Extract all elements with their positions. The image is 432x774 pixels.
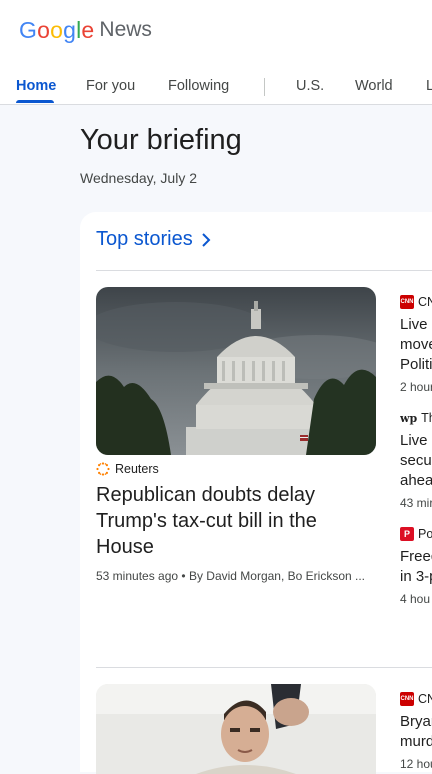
top-stories-heading: Top stories <box>96 228 193 250</box>
divider <box>96 270 432 271</box>
side-story-2[interactable]: wp Th Live u secu ahea 43 mir <box>400 410 432 510</box>
side-source: Th <box>421 411 432 425</box>
cnn-logo-icon: CNN <box>400 692 414 706</box>
chevron-right-icon <box>202 232 211 247</box>
story-time: 53 minutes ago <box>96 569 179 583</box>
google-news-logo[interactable]: Google News <box>19 15 152 45</box>
side-time: 4 hou <box>400 592 431 606</box>
section-tabs: Home For you Following U.S. World L <box>0 70 432 104</box>
google-wordmark: Google <box>19 16 95 43</box>
briefing-date: Wednesday, July 2 <box>80 170 197 186</box>
tab-following[interactable]: Following <box>168 78 229 94</box>
side-headline: Live u move Politic <box>400 316 432 373</box>
top-app-bar: Google News Home For you Following U.S. … <box>0 0 432 105</box>
side-headline: Freed in 3-p <box>400 548 432 585</box>
news-wordmark: News <box>99 18 152 41</box>
side-story-3[interactable]: P Po Freed in 3-p 4 hou <box>400 526 432 606</box>
tab-local[interactable]: L <box>426 78 432 94</box>
tab-world[interactable]: World <box>355 78 393 94</box>
side-headline: Live u secu ahea <box>400 432 432 489</box>
side-headline: Bryan murd <box>400 713 432 750</box>
tab-us[interactable]: U.S. <box>296 78 324 94</box>
lead-story-source[interactable]: Reuters <box>96 462 159 476</box>
side-source: CN <box>418 295 432 309</box>
page-title: Your briefing <box>80 124 242 156</box>
side-time: 43 mir <box>400 496 432 510</box>
tab-for-you[interactable]: For you <box>86 78 135 94</box>
story-byline: By David Morgan, Bo Erickson ... <box>188 569 366 583</box>
divider <box>96 667 432 668</box>
cnn-logo-icon: CNN <box>400 295 414 309</box>
tab-home[interactable]: Home <box>16 78 56 94</box>
second-story-image[interactable] <box>96 684 376 774</box>
side-source: Po <box>418 527 432 541</box>
tab-divider <box>264 78 265 96</box>
side-story-4[interactable]: CNN CN Bryan murd 12 hou <box>400 691 432 771</box>
source-name: Reuters <box>115 462 159 476</box>
side-time: 2 hour <box>400 380 432 394</box>
reuters-logo-icon <box>96 462 110 476</box>
active-tab-indicator <box>16 100 54 103</box>
side-source: CN <box>418 692 432 706</box>
lead-story-image[interactable] <box>96 287 376 455</box>
top-stories-link[interactable]: Top stories <box>96 228 211 251</box>
side-story-1[interactable]: CNN CN Live u move Politic 2 hour <box>400 294 432 394</box>
washington-post-logo-icon: wp <box>400 411 418 425</box>
lead-story-headline[interactable]: Republican doubts delay Trump's tax-cut … <box>96 482 376 560</box>
politico-logo-icon: P <box>400 527 414 541</box>
top-stories-card: Top stories Reuters Republican doubts de… <box>80 212 432 774</box>
side-time: 12 hou <box>400 757 432 771</box>
lead-story-meta: 53 minutes ago • By David Morgan, Bo Eri… <box>96 569 366 583</box>
